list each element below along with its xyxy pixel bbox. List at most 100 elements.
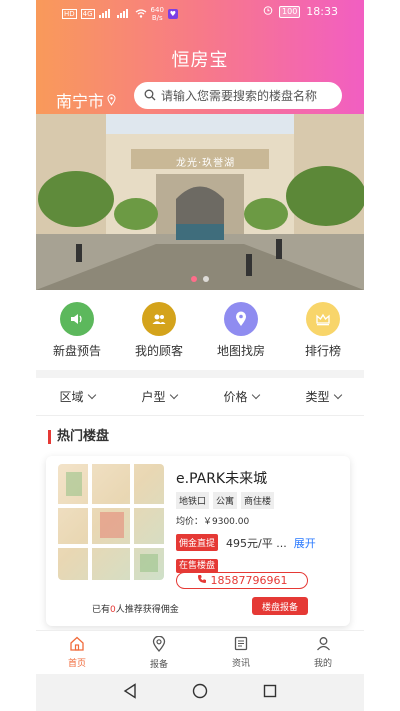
recent-apps-icon[interactable]: [263, 683, 277, 702]
header: HD 4G 640 B/s ♥ 100 18:33 恒房宝 南宁市 请输入您需要…: [36, 0, 364, 114]
speaker-icon: [60, 302, 94, 336]
phone-icon: [197, 574, 207, 587]
filter-region[interactable]: 区域: [36, 378, 118, 415]
speed-value: 640: [150, 6, 164, 14]
commission-tag: 佣金直提: [176, 534, 219, 551]
battery-indicator: 100: [279, 5, 301, 18]
city-selector[interactable]: 南宁市: [56, 88, 116, 112]
back-icon[interactable]: [123, 682, 137, 703]
menu-label: 我的顾客: [134, 344, 183, 358]
status-badge: 在售楼盘: [176, 553, 219, 573]
tab-news[interactable]: 资讯: [200, 631, 282, 674]
news-icon: [234, 636, 248, 654]
recommend-prefix: 已有: [92, 605, 111, 615]
signal-icon-2: [116, 8, 131, 21]
phone-number: 18587796961: [210, 574, 288, 587]
chevron-down-icon: [169, 390, 178, 400]
property-tag: 商住楼: [241, 492, 275, 509]
map-road: [88, 464, 92, 580]
status-left: HD 4G 640 B/s ♥: [62, 6, 178, 22]
menu-item-new-projects[interactable]: 新盘预告: [36, 290, 118, 370]
user-icon: [316, 636, 331, 654]
filter-layout[interactable]: 户型: [118, 378, 200, 415]
chevron-down-icon: [251, 390, 260, 400]
banner-image: [36, 114, 364, 290]
menu-label: 地图找房: [216, 344, 265, 358]
filter-bar: 区域 户型 价格 类型: [36, 378, 364, 416]
system-navigation-bar: [36, 674, 364, 711]
wifi-icon: [135, 8, 147, 21]
menu-label: 新盘预告: [52, 344, 101, 358]
property-card[interactable]: e.PARK未来城 地铁口 公寓 商住楼 均价：￥9300.00 佣金直提 49…: [46, 456, 350, 626]
carousel-dot[interactable]: [203, 276, 209, 282]
filter-price[interactable]: 价格: [200, 378, 282, 415]
clock: 18:33: [306, 5, 338, 18]
alarm-icon: [263, 5, 273, 18]
search-icon: [144, 86, 156, 105]
menu-item-ranking[interactable]: 排行榜: [282, 290, 364, 370]
property-tag: 公寓: [213, 492, 238, 509]
property-tag: 地铁口: [176, 492, 210, 509]
home-circle-icon[interactable]: [192, 683, 208, 703]
quick-menu: 新盘预告 我的顾客 地图找房 排行榜: [36, 290, 364, 370]
city-name: 南宁市: [56, 92, 105, 111]
app-screen: HD 4G 640 B/s ♥ 100 18:33 恒房宝 南宁市 请输入您需要…: [0, 0, 400, 711]
tab-label: 资讯: [231, 659, 250, 669]
filter-type[interactable]: 类型: [282, 378, 364, 415]
carousel-dot-active[interactable]: [191, 276, 197, 282]
menu-label: 排行榜: [304, 344, 341, 358]
pin-icon: [152, 635, 166, 655]
filter-label: 类型: [305, 390, 330, 404]
carrier-tag: HD: [62, 9, 77, 19]
bottom-tab-bar: 首页 报备 资讯 我的: [36, 630, 364, 674]
commission-value: 495元/平 ...: [226, 536, 287, 550]
status-bar: HD 4G 640 B/s ♥ 100 18:33: [36, 0, 364, 26]
speed-unit: B/s: [151, 14, 163, 22]
average-price: 均价：￥9300.00: [176, 517, 250, 527]
report-property-button[interactable]: 楼盘报备: [252, 597, 308, 615]
carousel-dots: [36, 276, 364, 282]
filter-label: 价格: [223, 390, 248, 404]
network-tag: 4G: [80, 9, 95, 19]
commission-row: 佣金直提 495元/平 ... 展开: [176, 534, 316, 551]
property-name[interactable]: e.PARK未来城: [176, 468, 267, 488]
banner-sign-text: 龙光·玖誉湖: [176, 158, 236, 169]
app-notification-icon: ♥: [167, 9, 178, 19]
expand-link[interactable]: 展开: [294, 535, 316, 551]
map-road: [58, 544, 164, 548]
tab-report[interactable]: 报备: [118, 631, 200, 674]
crown-icon: [306, 302, 340, 336]
status-right: 100 18:33: [263, 5, 338, 18]
signal-icon: [98, 8, 113, 21]
recommend-suffix: 人推荐获得佣金: [115, 605, 179, 615]
filter-label: 户型: [141, 390, 166, 404]
chevron-down-icon: [87, 390, 96, 400]
map-property-marker: [100, 512, 124, 538]
location-pin-icon: [107, 91, 116, 110]
location-icon: [224, 302, 258, 336]
tab-home[interactable]: 首页: [36, 631, 118, 674]
on-sale-tag: 在售楼盘: [176, 559, 219, 573]
search-bar[interactable]: [134, 82, 342, 109]
banner-carousel[interactable]: 龙光·玖誉湖: [36, 114, 364, 290]
section-title-hot: 热门楼盘: [48, 430, 109, 444]
recommend-info: 已有0人推荐获得佣金: [92, 602, 179, 615]
filter-label: 区域: [59, 390, 84, 404]
map-block: [66, 472, 82, 496]
tab-profile[interactable]: 我的: [282, 631, 364, 674]
tab-label: 我的: [313, 659, 332, 669]
menu-item-my-customers[interactable]: 我的顾客: [118, 290, 200, 370]
tab-label: 首页: [67, 659, 86, 669]
section-divider: [36, 370, 364, 378]
home-icon: [69, 636, 85, 654]
property-tags: 地铁口 公寓 商住楼: [176, 492, 275, 509]
call-phone-button[interactable]: 18587796961: [176, 572, 308, 589]
search-input[interactable]: [161, 88, 331, 103]
map-road: [58, 504, 164, 508]
chevron-down-icon: [333, 390, 342, 400]
property-map-thumbnail[interactable]: [58, 464, 164, 580]
menu-item-map-search[interactable]: 地图找房: [200, 290, 282, 370]
network-speed: 640 B/s: [151, 6, 164, 22]
users-icon: [142, 302, 176, 336]
tab-label: 报备: [149, 659, 168, 670]
